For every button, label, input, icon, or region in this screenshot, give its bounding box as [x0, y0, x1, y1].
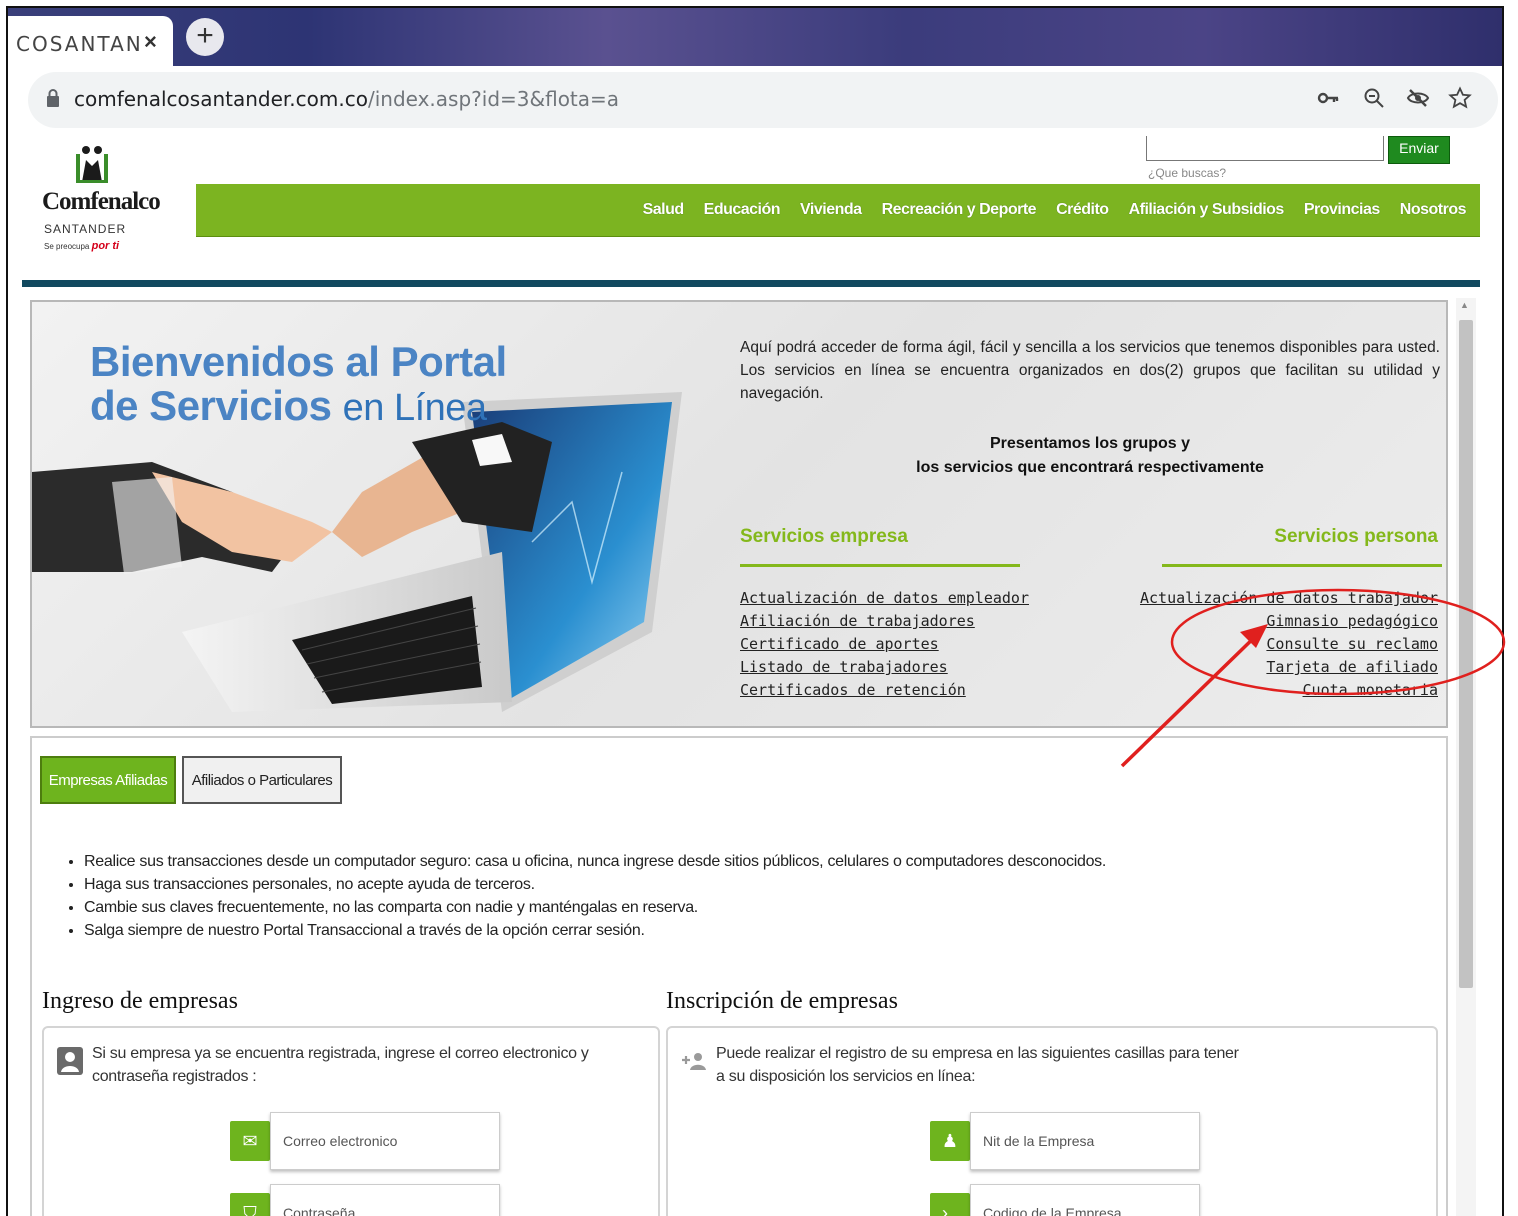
password-input[interactable]: Contraseña — [270, 1184, 500, 1216]
nav-item-vivienda[interactable]: Vivienda — [800, 201, 862, 219]
scrollbar-thumb[interactable] — [1459, 320, 1473, 988]
search-input[interactable] — [1146, 136, 1384, 161]
browser-tab[interactable]: COSANTAN × — [8, 16, 173, 66]
browser-window: COSANTAN × + comfenalcosantander.com.co/… — [6, 6, 1504, 1216]
user-icon — [57, 1047, 83, 1075]
ingreso-title: Ingreso de empresas — [42, 988, 238, 1014]
search-hint: ¿Que buscas? — [1148, 166, 1227, 180]
link-tarjeta-afiliado[interactable]: Tarjeta de afiliado — [1140, 656, 1438, 679]
banner-title-light: en Línea — [342, 387, 487, 429]
link-cuota-monetaria[interactable]: Cuota monetaria — [1140, 679, 1438, 702]
inscripcion-text-line2: a su disposición los servicios en línea: — [716, 1068, 976, 1085]
search-button[interactable]: Enviar — [1388, 136, 1450, 164]
persona-rule — [1162, 564, 1442, 567]
key-icon[interactable] — [1316, 86, 1340, 110]
main-nav: Salud Educación Vivienda Recreación y De… — [196, 184, 1480, 237]
header-divider — [22, 280, 1480, 287]
inscripcion-text: Puede realizar el registro de su empresa… — [716, 1042, 1239, 1088]
persona-heading: Servicios persona — [1274, 526, 1438, 547]
star-icon[interactable] — [1448, 86, 1472, 110]
scroll-up-icon[interactable]: ▲ — [1460, 300, 1469, 310]
nav-item-provincias[interactable]: Provincias — [1304, 201, 1380, 219]
ingreso-card: Si su empresa ya se encuentra registrada… — [42, 1026, 660, 1216]
link-consulte-reclamo[interactable]: Consulte su reclamo — [1140, 633, 1438, 656]
url-domain: comfenalcosantander.com.co — [74, 87, 368, 111]
email-field: ✉ Correo electronico — [230, 1112, 500, 1170]
logo-tagline: Se preocupa por ti — [44, 240, 119, 252]
nit-input[interactable]: Nit de la Empresa — [970, 1112, 1200, 1170]
new-tab-button[interactable]: + — [186, 18, 224, 56]
tab-afiliados-particulares[interactable]: Afiliados o Particulares — [182, 756, 342, 804]
tip-item: Salga siempre de nuestro Portal Transacc… — [84, 919, 1106, 942]
password-field: ⛉ Contraseña — [230, 1184, 500, 1216]
link-actualizacion-empleador[interactable]: Actualización de datos empleador — [740, 587, 1029, 610]
toolbar: comfenalcosantander.com.co/index.asp?id=… — [8, 66, 1502, 136]
eye-off-icon[interactable] — [1406, 86, 1430, 110]
url-path: /index.asp?id=3&flota=a — [367, 87, 620, 111]
empresa-links: Actualización de datos empleador Afiliac… — [740, 587, 1029, 702]
nav-item-salud[interactable]: Salud — [643, 201, 685, 219]
logo-name: Comfenalco — [42, 188, 161, 215]
link-gimnasio-pedagogico[interactable]: Gimnasio pedagógico — [1140, 610, 1438, 633]
code-field: ›_ Codigo de la Empresa — [930, 1184, 1200, 1216]
empresa-heading: Servicios empresa — [740, 526, 908, 547]
terminal-icon: ›_ — [930, 1193, 970, 1216]
link-certificados-retencion[interactable]: Certificados de retención — [740, 679, 1029, 702]
add-user-icon — [682, 1053, 706, 1070]
email-input[interactable]: Correo electronico — [270, 1112, 500, 1170]
security-tips: Realice sus transacciones desde un compu… — [62, 850, 1106, 942]
nit-field: ♟ Nit de la Empresa — [930, 1112, 1200, 1170]
address-bar[interactable]: comfenalcosantander.com.co/index.asp?id=… — [28, 72, 1498, 128]
tab-empresas-afiliadas[interactable]: Empresas Afiliadas — [40, 756, 176, 804]
nav-item-afiliacion[interactable]: Afiliación y Subsidios — [1129, 201, 1285, 219]
ingreso-text-line2: contraseña registrados : — [92, 1068, 257, 1085]
code-input[interactable]: Codigo de la Empresa — [970, 1184, 1200, 1216]
logo-tagline-end: por ti — [91, 240, 120, 252]
empresa-rule — [740, 564, 1020, 567]
ingreso-text: Si su empresa ya se encuentra registrada… — [92, 1042, 589, 1088]
nav-item-recreacion[interactable]: Recreación y Deporte — [882, 201, 1037, 219]
persona-links: Actualización de datos trabajador Gimnas… — [1140, 587, 1438, 702]
intro-text: Aquí podrá acceder de forma ágil, fácil … — [740, 339, 1440, 402]
zoom-icon[interactable] — [1362, 86, 1386, 110]
close-icon[interactable]: × — [144, 29, 157, 55]
link-actualizacion-trabajador[interactable]: Actualización de datos trabajador — [1140, 587, 1438, 610]
link-listado-trabajadores[interactable]: Listado de trabajadores — [740, 656, 1029, 679]
logo-emblem-icon — [74, 136, 110, 183]
ingreso-text-line1: Si su empresa ya se encuentra registrada… — [92, 1045, 589, 1062]
lock-icon — [47, 89, 59, 107]
logo-subtitle: SANTANDER — [44, 222, 127, 236]
content-panel: Empresas Afiliadas Afiliados o Particula… — [30, 736, 1448, 1216]
url-text: comfenalcosantander.com.co/index.asp?id=… — [74, 87, 619, 111]
link-afiliacion-trabajadores[interactable]: Afiliación de trabajadores — [740, 610, 1029, 633]
banner-title-line2: de Servicios en Línea — [90, 382, 487, 430]
present-text: Presentamos los grupos y los servicios q… — [740, 432, 1440, 480]
inscripcion-card: Puede realizar el registro de su empresa… — [666, 1026, 1438, 1216]
tip-item: Realice sus transacciones desde un compu… — [84, 850, 1106, 873]
shield-icon: ⛉ — [230, 1193, 270, 1216]
link-certificado-aportes[interactable]: Certificado de aportes — [740, 633, 1029, 656]
site-logo[interactable]: Comfenalco SANTANDER Se preocupa por ti — [42, 136, 161, 266]
nav-item-educacion[interactable]: Educación — [704, 201, 781, 219]
welcome-banner: Bienvenidos al Portal de Servicios en Lí… — [30, 300, 1448, 728]
tip-item: Haga sus transacciones personales, no ac… — [84, 873, 1106, 896]
email-icon: ✉ — [230, 1121, 270, 1161]
banner-title-line1: Bienvenidos al Portal — [90, 338, 507, 385]
banner-title-bold: de Servicios — [90, 382, 332, 429]
nav-item-credito[interactable]: Crédito — [1056, 201, 1109, 219]
present-line2: los servicios que encontrará respectivam… — [916, 459, 1264, 476]
logo-tagline-start: Se preocupa — [44, 242, 90, 251]
nav-item-nosotros[interactable]: Nosotros — [1400, 201, 1467, 219]
inscripcion-text-line1: Puede realizar el registro de su empresa… — [716, 1045, 1239, 1062]
inscripcion-title: Inscripción de empresas — [666, 988, 898, 1014]
person-icon: ♟ — [930, 1121, 970, 1161]
tab-strip: COSANTAN × + — [8, 8, 1502, 66]
tab-title: COSANTAN — [16, 32, 143, 56]
handshake-laptop-illustration — [32, 392, 682, 712]
present-line1: Presentamos los grupos y — [989, 435, 1191, 452]
tip-item: Cambie sus claves frecuentemente, no las… — [84, 896, 1106, 919]
